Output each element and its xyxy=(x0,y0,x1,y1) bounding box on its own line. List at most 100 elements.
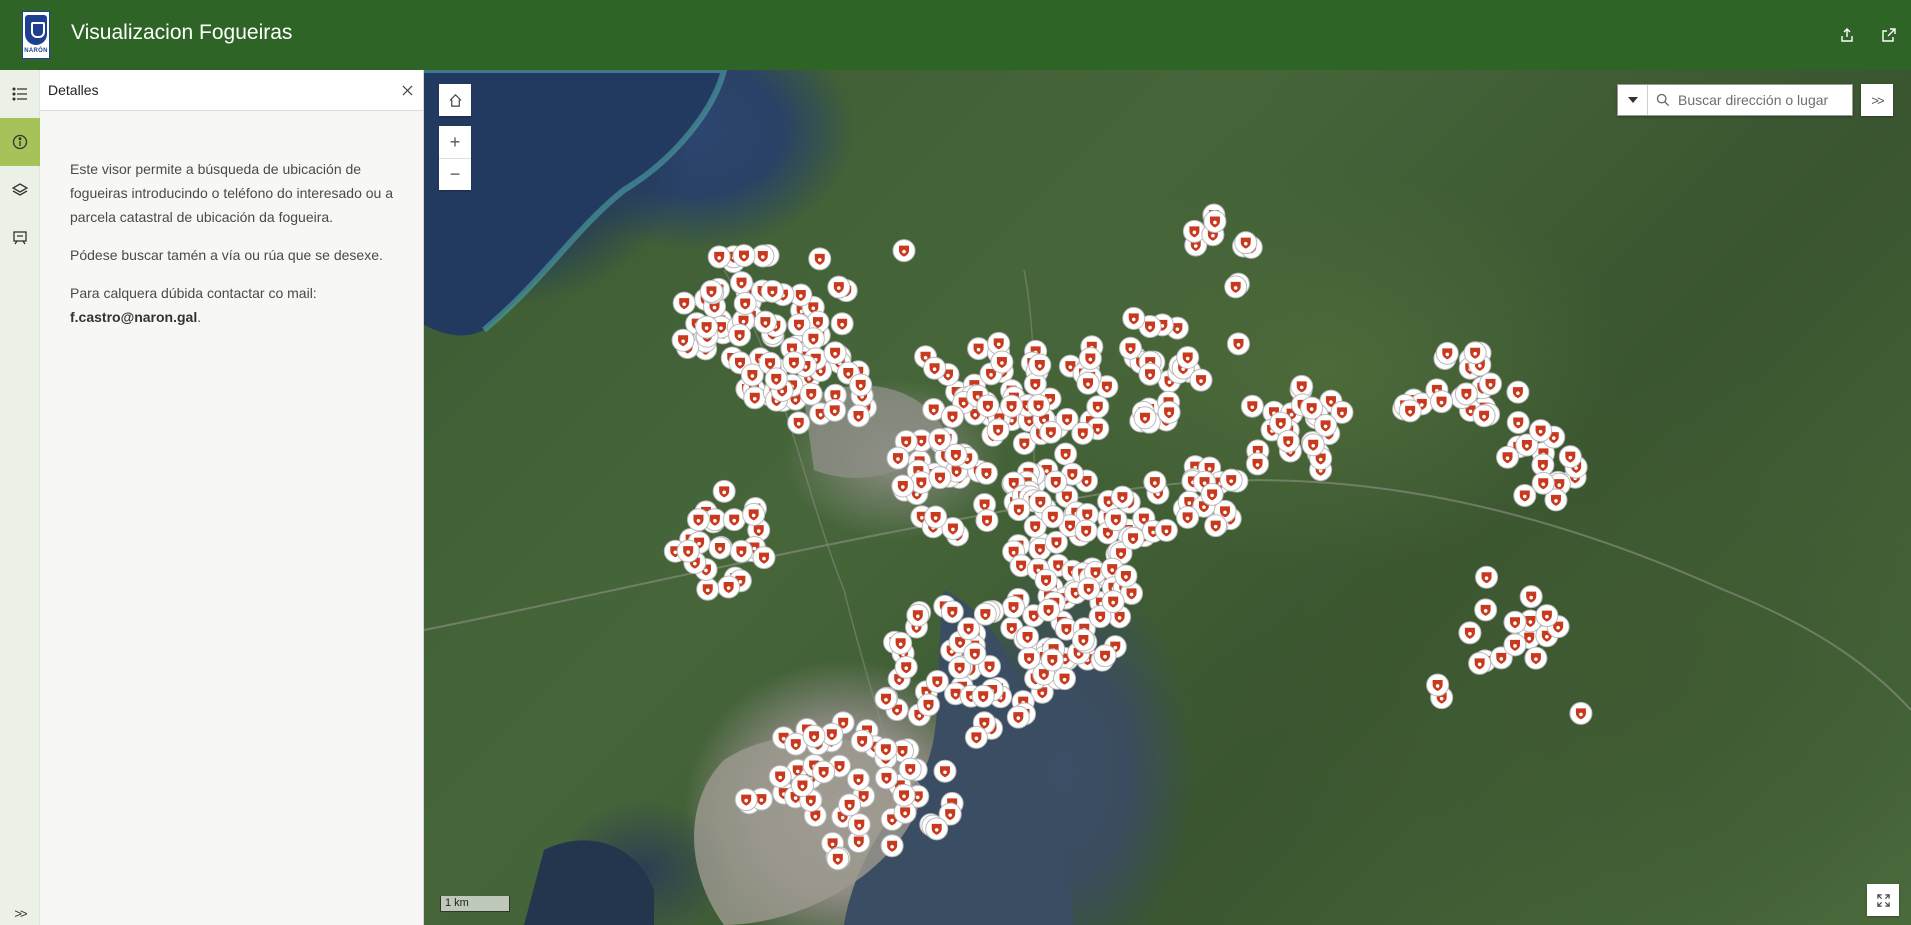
fire-marker-icon[interactable] xyxy=(742,502,766,526)
fire-marker-icon[interactable] xyxy=(1474,598,1498,622)
fire-marker-icon[interactable] xyxy=(990,350,1014,374)
fire-marker-icon[interactable] xyxy=(1071,421,1095,445)
fire-marker-icon[interactable] xyxy=(971,684,995,708)
fire-marker-icon[interactable] xyxy=(1133,406,1157,430)
fire-marker-icon[interactable] xyxy=(1224,275,1248,299)
fire-marker-icon[interactable] xyxy=(1023,372,1047,396)
fire-marker-icon[interactable] xyxy=(1472,404,1496,428)
fire-marker-icon[interactable] xyxy=(1027,394,1051,418)
fire-marker-icon[interactable] xyxy=(1558,445,1582,469)
fire-marker-icon[interactable] xyxy=(1478,372,1502,396)
fire-marker-icon[interactable] xyxy=(695,315,719,339)
fire-marker-icon[interactable] xyxy=(974,461,998,485)
fire-marker-icon[interactable] xyxy=(1017,646,1041,670)
fire-marker-icon[interactable] xyxy=(732,244,756,268)
fire-marker-icon[interactable] xyxy=(917,693,941,717)
fire-marker-icon[interactable] xyxy=(1519,585,1543,609)
fire-marker-icon[interactable] xyxy=(1053,667,1077,691)
fire-marker-icon[interactable] xyxy=(940,404,964,428)
fire-marker-icon[interactable] xyxy=(849,373,873,397)
fire-marker-icon[interactable] xyxy=(874,687,898,711)
fire-marker-icon[interactable] xyxy=(940,600,964,624)
fire-marker-icon[interactable] xyxy=(892,239,916,263)
fire-marker-icon[interactable] xyxy=(768,765,792,789)
fire-marker-icon[interactable] xyxy=(671,328,695,352)
fire-marker-icon[interactable] xyxy=(728,323,752,347)
fire-marker-icon[interactable] xyxy=(976,394,1000,418)
fire-marker-icon[interactable] xyxy=(752,546,776,570)
fire-marker-icon[interactable] xyxy=(1157,400,1181,424)
fire-marker-icon[interactable] xyxy=(880,834,904,858)
fire-marker-icon[interactable] xyxy=(1086,395,1110,419)
fire-marker-icon[interactable] xyxy=(686,508,710,532)
fire-marker-icon[interactable] xyxy=(1041,505,1065,529)
fire-marker-icon[interactable] xyxy=(764,367,788,391)
fire-marker-icon[interactable] xyxy=(676,539,700,563)
fire-marker-icon[interactable] xyxy=(672,291,696,315)
fire-marker-icon[interactable] xyxy=(1475,565,1499,589)
fire-marker-icon[interactable] xyxy=(1468,651,1492,675)
fire-marker-icon[interactable] xyxy=(1426,673,1450,697)
contact-email[interactable]: f.castro@naron.gal xyxy=(70,309,197,325)
legend-button[interactable] xyxy=(0,70,40,118)
fire-marker-icon[interactable] xyxy=(1001,595,1025,619)
fire-marker-icon[interactable] xyxy=(1531,471,1555,495)
fire-marker-icon[interactable] xyxy=(1000,394,1024,418)
fire-marker-icon[interactable] xyxy=(1104,508,1128,532)
zoom-in-button[interactable]: + xyxy=(439,126,471,158)
fire-marker-icon[interactable] xyxy=(743,386,767,410)
fire-marker-icon[interactable] xyxy=(1118,336,1142,360)
fire-marker-icon[interactable] xyxy=(967,337,991,361)
search-source-dropdown[interactable] xyxy=(1618,85,1648,115)
open-in-new-button[interactable] xyxy=(1876,22,1902,48)
fire-marker-icon[interactable] xyxy=(1276,429,1300,453)
fire-marker-icon[interactable] xyxy=(847,813,871,837)
fire-marker-icon[interactable] xyxy=(1240,394,1264,418)
fire-marker-icon[interactable] xyxy=(1496,445,1520,469)
expand-rail-button[interactable]: >> xyxy=(0,902,40,925)
fire-marker-icon[interactable] xyxy=(973,602,997,626)
fire-marker-icon[interactable] xyxy=(1176,505,1200,529)
fire-marker-icon[interactable] xyxy=(1524,646,1548,670)
fire-marker-icon[interactable] xyxy=(928,428,952,452)
fire-marker-icon[interactable] xyxy=(729,539,753,563)
fire-marker-icon[interactable] xyxy=(1074,519,1098,543)
fire-marker-icon[interactable] xyxy=(964,725,988,749)
fire-marker-icon[interactable] xyxy=(1301,433,1325,457)
fire-marker-icon[interactable] xyxy=(1234,231,1258,255)
close-panel-button[interactable] xyxy=(397,80,417,100)
fire-marker-icon[interactable] xyxy=(886,446,910,470)
fire-marker-icon[interactable] xyxy=(1093,644,1117,668)
fire-marker-icon[interactable] xyxy=(730,271,754,295)
fire-marker-icon[interactable] xyxy=(838,793,862,817)
fire-marker-icon[interactable] xyxy=(850,729,874,753)
fire-marker-icon[interactable] xyxy=(1226,332,1250,356)
fire-marker-icon[interactable] xyxy=(925,670,949,694)
fire-marker-icon[interactable] xyxy=(1176,346,1200,370)
fire-marker-icon[interactable] xyxy=(1006,705,1030,729)
fire-marker-icon[interactable] xyxy=(1154,518,1178,542)
fire-marker-icon[interactable] xyxy=(1513,483,1537,507)
fire-marker-icon[interactable] xyxy=(823,398,847,422)
fire-marker-icon[interactable] xyxy=(928,466,952,490)
fire-marker-icon[interactable] xyxy=(812,760,836,784)
fire-marker-icon[interactable] xyxy=(782,351,806,375)
fire-marker-icon[interactable] xyxy=(847,404,871,428)
fire-marker-icon[interactable] xyxy=(1076,371,1100,395)
fire-marker-icon[interactable] xyxy=(1007,498,1031,522)
fullscreen-button[interactable] xyxy=(1867,884,1899,916)
fire-marker-icon[interactable] xyxy=(1034,568,1058,592)
fire-marker-icon[interactable] xyxy=(891,474,915,498)
fire-marker-icon[interactable] xyxy=(1454,382,1478,406)
fire-marker-icon[interactable] xyxy=(986,418,1010,442)
fire-marker-icon[interactable] xyxy=(827,275,851,299)
map-view[interactable]: + − >> 1 km xyxy=(424,70,1911,925)
fire-marker-icon[interactable] xyxy=(1189,368,1213,392)
fire-marker-icon[interactable] xyxy=(1435,341,1459,365)
fire-marker-icon[interactable] xyxy=(1037,598,1061,622)
search-input[interactable] xyxy=(1678,92,1852,108)
fire-marker-icon[interactable] xyxy=(1529,419,1553,443)
fire-marker-icon[interactable] xyxy=(906,603,930,627)
fire-marker-icon[interactable] xyxy=(830,312,854,336)
fire-marker-icon[interactable] xyxy=(944,443,968,467)
